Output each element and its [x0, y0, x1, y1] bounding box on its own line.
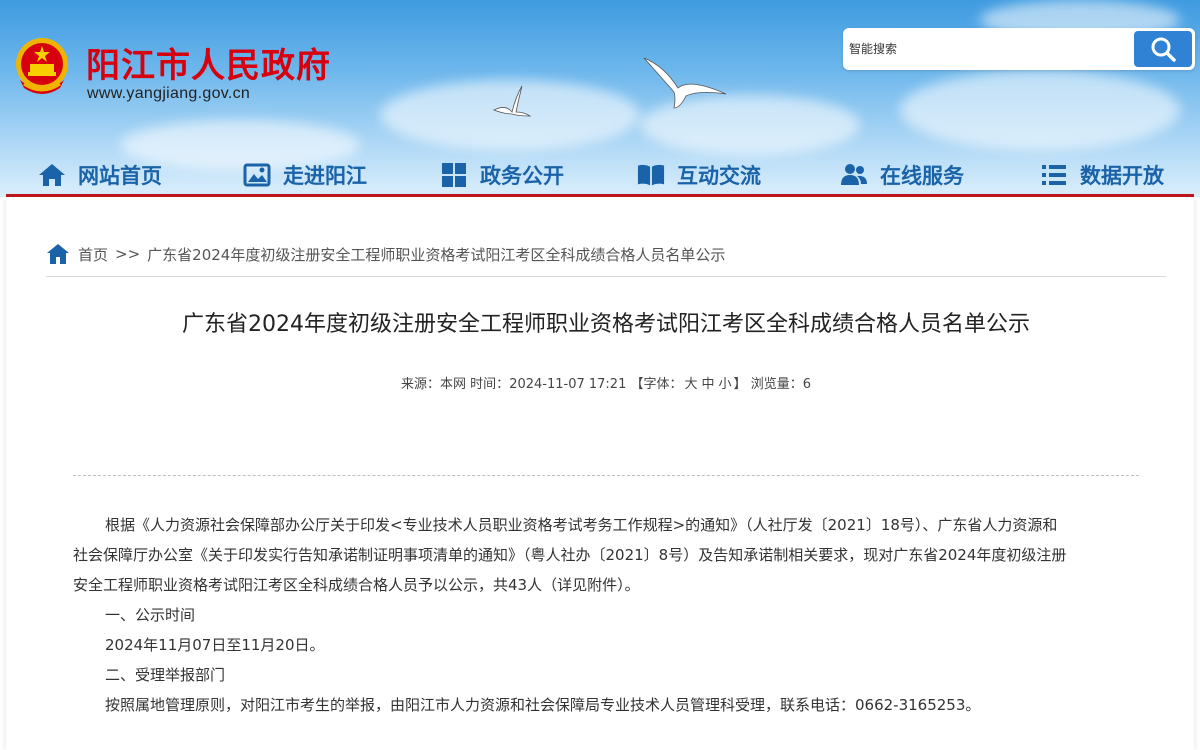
seagull-icon — [493, 85, 532, 117]
time-value: 2024-11-07 17:21 — [509, 377, 627, 392]
time-label: 时间： — [470, 377, 510, 392]
list-icon — [1040, 161, 1068, 189]
nav-item-label: 互动交流 — [677, 164, 761, 188]
section-title: 二、受理举报部门 — [105, 666, 226, 684]
paragraph-line: 安全工程师职业资格考试阳江考区全科成绩合格人员予以公示，共43人（详见附件）。 — [73, 576, 640, 594]
nav-item-label: 数据开放 — [1080, 164, 1164, 188]
views-count: 6 — [802, 377, 811, 392]
section-title: 一、公示时间 — [105, 606, 196, 624]
nav-item-services[interactable]: 在线服务 — [840, 158, 964, 192]
national-emblem-icon[interactable] — [10, 34, 74, 100]
nav-item-interaction[interactable]: 互动交流 — [637, 158, 761, 192]
search-box — [843, 28, 1195, 70]
font-medium-button[interactable]: 中 — [700, 377, 717, 392]
users-icon — [840, 161, 868, 189]
search-button[interactable] — [1134, 31, 1192, 67]
paragraph-line: 社会保障厅办公室《关于印发实行告知承诺制证明事项清单的通知》（粤人社办〔2021… — [73, 546, 1067, 564]
seagull-icon — [643, 57, 727, 109]
nav-item-label: 政务公开 — [480, 164, 564, 188]
nav-item-open-data[interactable]: 数据开放 — [1040, 158, 1164, 192]
breadcrumb: 首页 >> 广东省2024年度初级注册安全工程师职业资格考试阳江考区全科成绩合格… — [46, 241, 725, 267]
nav-item-about[interactable]: 走进阳江 — [243, 158, 367, 192]
article-title: 广东省2024年度初级注册安全工程师职业资格考试阳江考区全科成绩合格人员名单公示 — [182, 312, 1030, 337]
site-url[interactable]: www.yangjiang.gov.cn — [87, 85, 250, 103]
book-icon — [637, 161, 665, 189]
breadcrumb-divider — [46, 276, 1166, 277]
nav-item-home[interactable]: 网站首页 — [38, 158, 162, 192]
grid-icon — [440, 161, 468, 189]
font-size-open: 【字体： — [630, 377, 683, 392]
breadcrumb-current-link[interactable]: 广东省2024年度初级注册安全工程师职业资格考试阳江考区全科成绩合格人员名单公示 — [147, 244, 725, 265]
font-small-button[interactable]: 小 — [717, 377, 734, 392]
article-meta: 来源：本网 时间：2024-11-07 17:21 【字体：大中小】 浏览量：6 — [0, 373, 1200, 392]
nav-item-label: 走进阳江 — [283, 164, 367, 188]
nav-item-label: 在线服务 — [880, 164, 964, 188]
main-nav: 网站首页 走进阳江 政务公开 互动交流 在线服务 数据开放 — [0, 150, 1200, 197]
paragraph-line: 根据《人力资源社会保障部办公厅关于印发<专业技术人员职业资格考试考务工作规程>的… — [105, 516, 1058, 534]
site-name[interactable]: 阳江市人民政府 — [86, 38, 331, 87]
site-header: 阳江市人民政府 www.yangjiang.gov.cn 网站首页 走 — [0, 0, 1200, 197]
content-divider — [73, 475, 1139, 476]
source-value: 本网 — [440, 377, 467, 392]
nav-item-label: 网站首页 — [78, 164, 162, 188]
section-body: 2024年11月07日至11月20日。 — [105, 636, 325, 654]
nav-item-government[interactable]: 政务公开 — [440, 158, 564, 192]
font-size-close: 】 — [733, 377, 747, 392]
breadcrumb-separator: >> — [115, 245, 141, 263]
article-body: 根据《人力资源社会保障部办公厅关于印发<专业技术人员职业资格考试考务工作规程>的… — [73, 510, 1143, 720]
font-large-button[interactable]: 大 — [683, 377, 700, 392]
home-icon — [38, 161, 66, 189]
search-input[interactable] — [849, 34, 1129, 64]
section-body: 按照属地管理原则，对阳江市考生的举报，由阳江市人力资源和社会保障局专业技术人员管… — [105, 696, 981, 714]
home-icon — [47, 244, 69, 264]
cloud-decoration — [900, 70, 1180, 150]
views-label: 浏览量： — [750, 377, 803, 392]
source-label: 来源： — [401, 377, 441, 392]
picture-icon — [243, 161, 271, 189]
breadcrumb-home-link[interactable]: 首页 — [78, 244, 108, 265]
search-icon — [1151, 37, 1176, 62]
